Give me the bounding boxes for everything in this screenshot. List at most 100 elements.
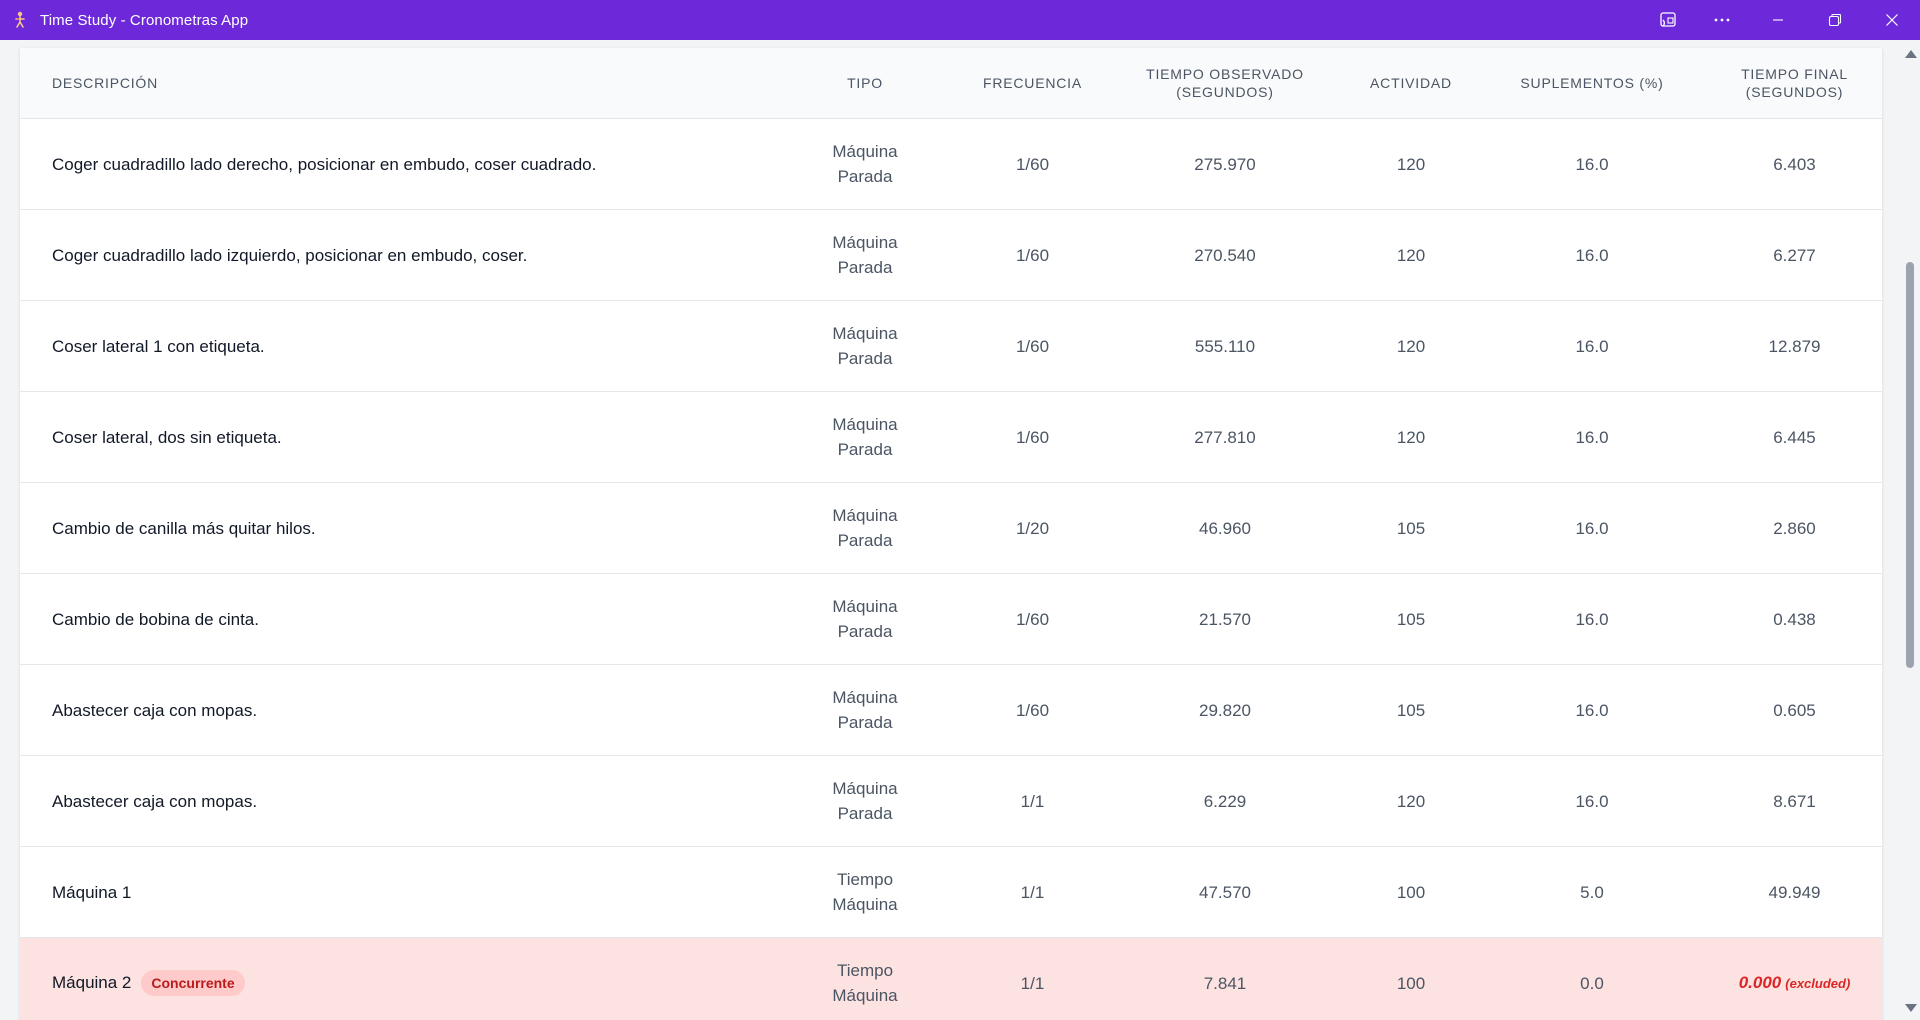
cell-frequency: 1/1 <box>960 755 1105 847</box>
header-observed-line1: TIEMPO OBSERVADO <box>1146 66 1304 82</box>
cell-activity: 105 <box>1345 664 1477 756</box>
table-row[interactable]: Coger cuadradillo lado izquierdo, posici… <box>20 209 1882 301</box>
cell-type: Máquina Parada <box>770 573 960 665</box>
table-row[interactable]: Cambio de canilla más quitar hilos. Máqu… <box>20 482 1882 574</box>
cell-type: Máquina Parada <box>770 664 960 756</box>
cell-observed: 6.229 <box>1105 755 1345 847</box>
cell-observed: 21.570 <box>1105 573 1345 665</box>
table-header: DESCRIPCIÓN TIPO FRECUENCIA TIEMPO OBSER… <box>20 48 1882 119</box>
table-row[interactable]: Abastecer caja con mopas. Máquina Parada … <box>20 755 1882 847</box>
header-final-time[interactable]: TIEMPO FINAL (SEGUNDOS) <box>1707 48 1882 119</box>
scroll-thumb[interactable] <box>1906 262 1914 668</box>
cell-observed: 275.970 <box>1105 118 1345 210</box>
header-supplements[interactable]: SUPLEMENTOS (%) <box>1477 48 1707 119</box>
cell-type: Máquina Parada <box>770 118 960 210</box>
cell-observed: 46.960 <box>1105 482 1345 574</box>
table-row[interactable]: Coger cuadradillo lado derecho, posicion… <box>20 118 1882 210</box>
cell-observed: 555.110 <box>1105 300 1345 392</box>
more-icon[interactable] <box>1695 0 1749 40</box>
header-type[interactable]: TIPO <box>770 48 960 119</box>
header-final-line2: (SEGUNDOS) <box>1745 84 1844 100</box>
window-controls <box>1641 0 1920 40</box>
table-row[interactable]: Máquina 1 Tiempo Máquina 1/1 47.570 100 5… <box>20 846 1882 938</box>
concurrent-row-description: Máquina 2 <box>52 972 132 992</box>
vertical-scrollbar[interactable] <box>1900 40 1920 1020</box>
cell-description: Máquina 2 Concurrente <box>20 937 770 1020</box>
cell-activity: 120 <box>1345 118 1477 210</box>
cell-final: 12.879 <box>1707 300 1882 392</box>
cell-frequency: 1/1 <box>960 846 1105 938</box>
main-content: DESCRIPCIÓN TIPO FRECUENCIA TIEMPO OBSER… <box>0 40 1900 1020</box>
cell-type: Máquina Parada <box>770 391 960 483</box>
cell-final: 0.605 <box>1707 664 1882 756</box>
cell-supplements: 16.0 <box>1477 755 1707 847</box>
cell-activity: 120 <box>1345 209 1477 301</box>
cell-final: 0.000 (excluded) <box>1707 937 1882 1020</box>
cell-final: 8.671 <box>1707 755 1882 847</box>
cell-activity: 105 <box>1345 573 1477 665</box>
header-frequency[interactable]: FRECUENCIA <box>960 48 1105 119</box>
cell-type: Tiempo Máquina <box>770 937 960 1020</box>
cell-supplements: 16.0 <box>1477 482 1707 574</box>
cell-frequency: 1/60 <box>960 118 1105 210</box>
cell-description: Cambio de bobina de cinta. <box>20 573 770 665</box>
cell-observed: 277.810 <box>1105 391 1345 483</box>
cell-type: Máquina Parada <box>770 755 960 847</box>
cell-type: Máquina Parada <box>770 209 960 301</box>
cell-supplements: 16.0 <box>1477 664 1707 756</box>
table-row[interactable]: Coser lateral, dos sin etiqueta. Máquina… <box>20 391 1882 483</box>
cell-activity: 120 <box>1345 300 1477 392</box>
cell-supplements: 0.0 <box>1477 937 1707 1020</box>
cell-observed: 29.820 <box>1105 664 1345 756</box>
cell-description: Coger cuadradillo lado izquierdo, posici… <box>20 209 770 301</box>
header-activity[interactable]: ACTIVIDAD <box>1345 48 1477 119</box>
cell-observed: 7.841 <box>1105 937 1345 1020</box>
window-title: Time Study - Cronometras App <box>40 11 249 29</box>
header-final-line1: TIEMPO FINAL <box>1741 66 1848 82</box>
cell-description: Cambio de canilla más quitar hilos. <box>20 482 770 574</box>
concurrent-badge: Concurrente <box>141 970 245 997</box>
close-icon[interactable] <box>1863 0 1920 40</box>
cell-supplements: 16.0 <box>1477 118 1707 210</box>
excluded-final-value: 0.000 <box>1738 973 1782 992</box>
cell-activity: 105 <box>1345 482 1477 574</box>
cell-frequency: 1/60 <box>960 573 1105 665</box>
cell-description: Abastecer caja con mopas. <box>20 664 770 756</box>
cell-description: Coger cuadradillo lado derecho, posicion… <box>20 118 770 210</box>
maximize-icon[interactable] <box>1806 0 1863 40</box>
cell-supplements: 16.0 <box>1477 209 1707 301</box>
scroll-down-icon[interactable] <box>1905 1004 1917 1012</box>
table-row[interactable]: Cambio de bobina de cinta. Máquina Parada… <box>20 573 1882 665</box>
cell-frequency: 1/1 <box>960 937 1105 1020</box>
time-study-table-card: DESCRIPCIÓN TIPO FRECUENCIA TIEMPO OBSER… <box>20 48 1882 1020</box>
app-logo-icon <box>0 0 40 40</box>
cell-supplements: 16.0 <box>1477 573 1707 665</box>
cell-observed: 47.570 <box>1105 846 1345 938</box>
cell-final: 0.438 <box>1707 573 1882 665</box>
cell-type: Máquina Parada <box>770 482 960 574</box>
cell-description: Coser lateral, dos sin etiqueta. <box>20 391 770 483</box>
cell-description: Coser lateral 1 con etiqueta. <box>20 300 770 392</box>
minimize-icon[interactable] <box>1749 0 1806 40</box>
cell-supplements: 5.0 <box>1477 846 1707 938</box>
cell-frequency: 1/20 <box>960 482 1105 574</box>
cell-activity: 120 <box>1345 755 1477 847</box>
scroll-up-icon[interactable] <box>1905 50 1917 58</box>
cell-supplements: 16.0 <box>1477 391 1707 483</box>
cell-frequency: 1/60 <box>960 664 1105 756</box>
header-observed-time[interactable]: TIEMPO OBSERVADO (SEGUNDOS) <box>1105 48 1345 119</box>
cell-activity: 100 <box>1345 937 1477 1020</box>
cell-final: 49.949 <box>1707 846 1882 938</box>
table-row[interactable]: Abastecer caja con mopas. Máquina Parada … <box>20 664 1882 756</box>
cell-final: 6.403 <box>1707 118 1882 210</box>
cell-observed: 270.540 <box>1105 209 1345 301</box>
cell-description: Máquina 1 <box>20 846 770 938</box>
table-row[interactable]: Coser lateral 1 con etiqueta. Máquina Par… <box>20 300 1882 392</box>
table-body: Coger cuadradillo lado derecho, posicion… <box>20 118 1882 1020</box>
cell-activity: 100 <box>1345 846 1477 938</box>
title-bar: Time Study - Cronometras App <box>0 0 1920 40</box>
table-row-concurrent[interactable]: Máquina 2 Concurrente Tiempo Máquina 1/1 7… <box>20 937 1882 1020</box>
header-description[interactable]: DESCRIPCIÓN <box>20 48 770 119</box>
cell-frequency: 1/60 <box>960 391 1105 483</box>
cast-icon[interactable] <box>1641 0 1695 40</box>
